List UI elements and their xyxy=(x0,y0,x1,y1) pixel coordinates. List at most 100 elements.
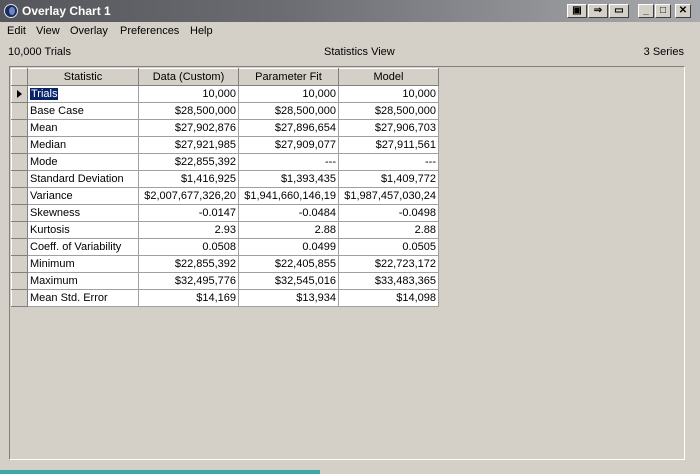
table-cell[interactable]: 10,000 xyxy=(338,85,439,103)
table-cell[interactable]: $14,169 xyxy=(138,289,239,307)
table-cell[interactable]: $22,855,392 xyxy=(138,255,239,273)
table-row[interactable]: Variance $2,007,677,326,20 $1,941,660,14… xyxy=(11,187,439,205)
table-cell[interactable]: $33,483,365 xyxy=(338,272,439,290)
table-cell[interactable]: $1,987,457,030,24 xyxy=(338,187,439,205)
table-cell[interactable]: 2.93 xyxy=(138,221,239,239)
statistic-label[interactable]: Base Case xyxy=(27,102,139,120)
table-row[interactable]: Standard Deviation $1,416,925 $1,393,435… xyxy=(11,170,439,188)
table-cell[interactable]: $32,495,776 xyxy=(138,272,239,290)
table-cell[interactable]: $28,500,000 xyxy=(338,102,439,120)
table-cell[interactable]: $1,393,435 xyxy=(238,170,339,188)
column-header[interactable]: Statistic xyxy=(27,68,139,86)
menu-view[interactable]: View xyxy=(36,25,60,37)
table-cell[interactable]: 2.88 xyxy=(238,221,339,239)
statistic-label[interactable]: Mean xyxy=(27,119,139,137)
table-cell[interactable]: $27,896,654 xyxy=(238,119,339,137)
statistics-panel: Statistic Data (Custom) Parameter Fit Mo… xyxy=(9,66,685,460)
menu-overlay[interactable]: Overlay xyxy=(70,25,108,37)
table-row[interactable]: Mean $27,902,876 $27,896,654 $27,906,703 xyxy=(11,119,439,137)
row-header[interactable] xyxy=(11,102,28,120)
table-cell[interactable]: $1,409,772 xyxy=(338,170,439,188)
table-cell[interactable]: $13,934 xyxy=(238,289,339,307)
row-header[interactable] xyxy=(11,255,28,273)
row-header[interactable] xyxy=(11,187,28,205)
table-row[interactable]: Base Case $28,500,000 $28,500,000 $28,50… xyxy=(11,102,439,120)
table-row[interactable]: Minimum $22,855,392 $22,405,855 $22,723,… xyxy=(11,255,439,273)
table-row[interactable]: Skewness -0.0147 -0.0484 -0.0498 xyxy=(11,204,439,222)
row-header[interactable] xyxy=(11,204,28,222)
statistic-label[interactable]: Mode xyxy=(27,153,139,171)
selected-cell-text: Trials xyxy=(30,88,59,100)
table-cell[interactable]: $2,007,677,326,20 xyxy=(138,187,239,205)
table-cell[interactable]: --- xyxy=(238,153,339,171)
statistic-label[interactable]: Standard Deviation xyxy=(27,170,139,188)
table-cell[interactable]: $27,911,561 xyxy=(338,136,439,154)
statistic-label[interactable]: Coeff. of Variability xyxy=(27,238,139,256)
table-cell[interactable]: $27,921,985 xyxy=(138,136,239,154)
table-cell[interactable]: 0.0508 xyxy=(138,238,239,256)
table-row[interactable]: Coeff. of Variability 0.0508 0.0499 0.05… xyxy=(11,238,439,256)
statistic-label[interactable]: Maximum xyxy=(27,272,139,290)
table-cell[interactable]: $28,500,000 xyxy=(238,102,339,120)
statistic-label[interactable]: Variance xyxy=(27,187,139,205)
table-row[interactable]: Mean Std. Error $14,169 $13,934 $14,098 xyxy=(11,289,439,307)
column-header[interactable]: Data (Custom) xyxy=(138,68,239,86)
maximize-button[interactable]: □ xyxy=(655,4,671,18)
table-row[interactable]: Trials 10,000 10,000 10,000 xyxy=(11,85,439,103)
table-cell[interactable]: $22,405,855 xyxy=(238,255,339,273)
row-header[interactable] xyxy=(11,238,28,256)
table-row[interactable]: Maximum $32,495,776 $32,545,016 $33,483,… xyxy=(11,272,439,290)
column-header[interactable]: Parameter Fit xyxy=(238,68,339,86)
table-cell[interactable]: 2.88 xyxy=(338,221,439,239)
statistic-label[interactable]: Minimum xyxy=(27,255,139,273)
statistic-label[interactable]: Trials xyxy=(27,85,139,103)
toolbar-view-icon[interactable]: ▣ xyxy=(567,4,587,18)
table-cell[interactable]: $22,855,392 xyxy=(138,153,239,171)
row-header[interactable] xyxy=(11,272,28,290)
statistic-label[interactable]: Skewness xyxy=(27,204,139,222)
table-row[interactable]: Median $27,921,985 $27,909,077 $27,911,5… xyxy=(11,136,439,154)
app-icon[interactable] xyxy=(4,4,18,18)
table-cell[interactable]: 0.0499 xyxy=(238,238,339,256)
table-cell[interactable]: 10,000 xyxy=(138,85,239,103)
table-cell[interactable]: -0.0484 xyxy=(238,204,339,222)
menu-help[interactable]: Help xyxy=(190,25,213,37)
row-header[interactable] xyxy=(11,85,28,103)
row-header[interactable] xyxy=(11,136,28,154)
taskbar-edge xyxy=(0,470,320,474)
table-cell[interactable]: 0.0505 xyxy=(338,238,439,256)
close-button[interactable]: ✕ xyxy=(675,4,691,18)
row-header[interactable] xyxy=(11,170,28,188)
table-cell[interactable]: $1,941,660,146,19 xyxy=(238,187,339,205)
table-cell[interactable]: $32,545,016 xyxy=(238,272,339,290)
statistic-label[interactable]: Mean Std. Error xyxy=(27,289,139,307)
table-cell[interactable]: -0.0147 xyxy=(138,204,239,222)
table-cell[interactable]: 10,000 xyxy=(238,85,339,103)
table-cell[interactable]: $1,416,925 xyxy=(138,170,239,188)
table-cell[interactable]: $22,723,172 xyxy=(338,255,439,273)
title-bar[interactable]: Overlay Chart 1 ▣ ⇒ ▭ _ □ ✕ xyxy=(0,0,700,22)
minimize-button[interactable]: _ xyxy=(638,4,654,18)
table-cell[interactable]: $28,500,000 xyxy=(138,102,239,120)
grid-corner[interactable] xyxy=(11,68,28,86)
toolbar-export-icon[interactable]: ⇒ xyxy=(588,4,608,18)
table-cell[interactable]: $27,909,077 xyxy=(238,136,339,154)
row-header[interactable] xyxy=(11,289,28,307)
row-header[interactable] xyxy=(11,221,28,239)
column-header[interactable]: Model xyxy=(338,68,439,86)
toolbar-window-icon[interactable]: ▭ xyxy=(609,4,629,18)
table-row[interactable]: Kurtosis 2.93 2.88 2.88 xyxy=(11,221,439,239)
row-header[interactable] xyxy=(11,119,28,137)
statistic-label[interactable]: Median xyxy=(27,136,139,154)
table-cell[interactable]: -0.0498 xyxy=(338,204,439,222)
table-cell[interactable]: $27,902,876 xyxy=(138,119,239,137)
menu-preferences[interactable]: Preferences xyxy=(120,25,179,37)
table-cell[interactable]: --- xyxy=(338,153,439,171)
row-header[interactable] xyxy=(11,153,28,171)
statistic-label[interactable]: Kurtosis xyxy=(27,221,139,239)
table-cell[interactable]: $14,098 xyxy=(338,289,439,307)
statistics-grid[interactable]: Statistic Data (Custom) Parameter Fit Mo… xyxy=(11,68,439,307)
table-cell[interactable]: $27,906,703 xyxy=(338,119,439,137)
table-row[interactable]: Mode $22,855,392 --- --- xyxy=(11,153,439,171)
menu-edit[interactable]: Edit xyxy=(7,25,26,37)
